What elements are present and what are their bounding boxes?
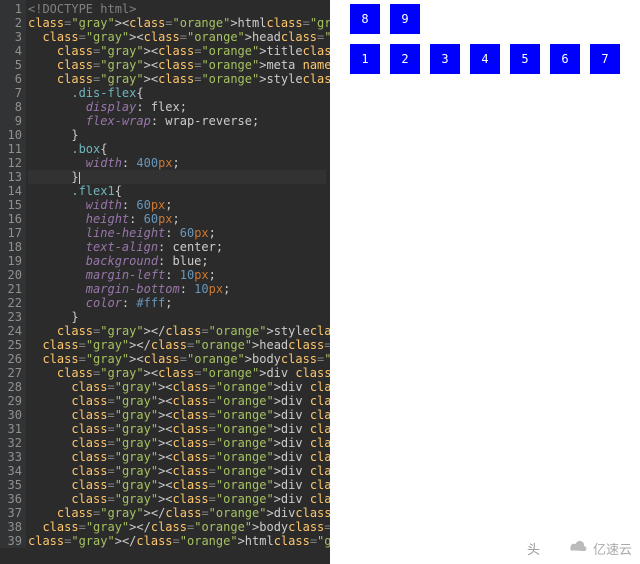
code-line[interactable]: text-align: center; xyxy=(28,240,326,254)
code-line[interactable]: class="gray"><class="orange">htmlclass="… xyxy=(28,16,326,30)
code-line[interactable]: color: #fff; xyxy=(28,296,326,310)
line-number: 20 xyxy=(0,268,26,282)
code-line[interactable]: margin-bottom: 10px; xyxy=(28,282,326,296)
code-line[interactable]: class="gray"></class="orange">divclass="… xyxy=(28,506,326,520)
line-number: 33 xyxy=(0,450,26,464)
code-line[interactable]: <!DOCTYPE html> xyxy=(28,2,326,16)
line-number: 26 xyxy=(0,352,26,366)
line-number: 27 xyxy=(0,366,26,380)
line-number: 1 xyxy=(0,2,26,16)
code-line[interactable]: class="gray"></class="orange">headclass=… xyxy=(28,338,326,352)
code-line[interactable]: class="gray"><class="orange">div class="… xyxy=(28,394,326,408)
line-number: 17 xyxy=(0,226,26,240)
line-number: 30 xyxy=(0,408,26,422)
flex-item: 7 xyxy=(590,44,620,74)
code-line[interactable]: class="gray"></class="orange">styleclass… xyxy=(28,324,326,338)
code-line[interactable]: class="gray"><class="orange">div class="… xyxy=(28,366,326,380)
line-number: 18 xyxy=(0,240,26,254)
line-number: 5 xyxy=(0,58,26,72)
code-line[interactable]: class="gray"><class="orange">div class="… xyxy=(28,380,326,394)
code-line[interactable]: .box{ xyxy=(28,142,326,156)
code-line[interactable]: .flex1{ xyxy=(28,184,326,198)
line-number: 38 xyxy=(0,520,26,534)
line-number: 34 xyxy=(0,464,26,478)
code-line[interactable]: class="gray"></class="orange">bodyclass=… xyxy=(28,520,326,534)
code-line[interactable]: class="gray"><class="orange">div class="… xyxy=(28,478,326,492)
line-number: 4 xyxy=(0,44,26,58)
watermark-text: 亿速云 xyxy=(593,539,632,558)
line-number: 31 xyxy=(0,422,26,436)
cloud-icon xyxy=(569,540,589,557)
flex-item: 4 xyxy=(470,44,500,74)
line-number: 28 xyxy=(0,380,26,394)
line-number-gutter: 1234567891011121314151617181920212223242… xyxy=(0,0,26,548)
code-line[interactable]: margin-left: 10px; xyxy=(28,268,326,282)
code-line[interactable]: } xyxy=(28,128,326,142)
code-line[interactable]: } xyxy=(28,310,326,324)
flex-item: 6 xyxy=(550,44,580,74)
flex-item: 3 xyxy=(430,44,460,74)
code-editor[interactable]: 1234567891011121314151617181920212223242… xyxy=(0,0,330,564)
watermark-brand: 亿速云 xyxy=(569,539,632,558)
code-line[interactable]: height: 60px; xyxy=(28,212,326,226)
code-line[interactable]: class="gray"><class="orange">styleclass=… xyxy=(28,72,326,86)
line-number: 19 xyxy=(0,254,26,268)
line-number: 23 xyxy=(0,310,26,324)
code-line[interactable]: class="gray"><class="orange">div class="… xyxy=(28,422,326,436)
code-line[interactable]: .dis-flex{ xyxy=(28,86,326,100)
line-number: 3 xyxy=(0,30,26,44)
code-line[interactable]: display: flex; xyxy=(28,100,326,114)
line-number: 12 xyxy=(0,156,26,170)
code-line[interactable]: class="gray"><class="orange">div class="… xyxy=(28,492,326,506)
line-number: 13 xyxy=(0,170,26,184)
flex-container: 1234567 89 xyxy=(340,4,640,84)
line-number: 2 xyxy=(0,16,26,30)
line-number: 22 xyxy=(0,296,26,310)
code-line[interactable]: line-height: 60px; xyxy=(28,226,326,240)
code-line[interactable]: class="gray"><class="orange">div class="… xyxy=(28,450,326,464)
line-number: 24 xyxy=(0,324,26,338)
line-number: 15 xyxy=(0,198,26,212)
code-line[interactable]: class="gray"><class="orange">div class="… xyxy=(28,408,326,422)
flex-item: 8 xyxy=(350,4,380,34)
line-number: 25 xyxy=(0,338,26,352)
code-line[interactable]: class="gray"><class="orange">div class="… xyxy=(28,436,326,450)
code-line[interactable]: width: 400px; xyxy=(28,156,326,170)
preview-pane: 1234567 89 头 亿速云 xyxy=(330,0,640,564)
code-line[interactable]: width: 60px; xyxy=(28,198,326,212)
line-number: 35 xyxy=(0,478,26,492)
line-number: 6 xyxy=(0,72,26,86)
line-number: 11 xyxy=(0,142,26,156)
code-area[interactable]: <!DOCTYPE html>class="gray"><class="oran… xyxy=(26,0,330,550)
code-line[interactable]: class="gray"><class="orange">headclass="… xyxy=(28,30,326,44)
code-line[interactable]: flex-wrap: wrap-reverse; xyxy=(28,114,326,128)
line-number: 21 xyxy=(0,282,26,296)
code-line[interactable]: class="gray"></class="orange">htmlclass=… xyxy=(28,534,326,548)
flex-item: 1 xyxy=(350,44,380,74)
code-line[interactable]: background: blue; xyxy=(28,254,326,268)
flex-item: 2 xyxy=(390,44,420,74)
line-number: 14 xyxy=(0,184,26,198)
line-number: 32 xyxy=(0,436,26,450)
flex-item: 9 xyxy=(390,4,420,34)
line-number: 7 xyxy=(0,86,26,100)
app-root: 1234567891011121314151617181920212223242… xyxy=(0,0,640,564)
line-number: 9 xyxy=(0,114,26,128)
line-number: 10 xyxy=(0,128,26,142)
line-number: 8 xyxy=(0,100,26,114)
watermark-left: 头 xyxy=(527,539,540,558)
code-line[interactable]: class="gray"><class="orange">div class="… xyxy=(28,464,326,478)
line-number: 16 xyxy=(0,212,26,226)
code-line[interactable]: class="gray"><class="orange">bodyclass="… xyxy=(28,352,326,366)
line-number: 36 xyxy=(0,492,26,506)
line-number: 29 xyxy=(0,394,26,408)
line-number: 39 xyxy=(0,534,26,548)
code-line[interactable]: } xyxy=(28,170,326,184)
flex-item: 5 xyxy=(510,44,540,74)
code-line[interactable]: class="gray"><class="orange">titleclass=… xyxy=(28,44,326,58)
code-line[interactable]: class="gray"><class="orange">meta name="… xyxy=(28,58,326,72)
line-number: 37 xyxy=(0,506,26,520)
